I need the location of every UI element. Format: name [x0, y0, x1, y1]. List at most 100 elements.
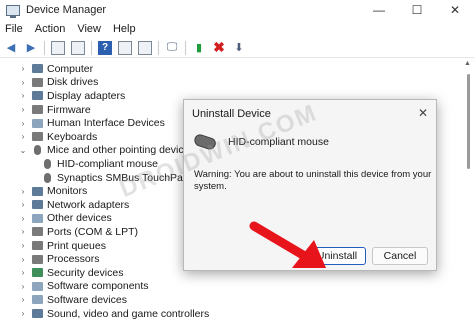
expand-arrow-icon[interactable]: › [18, 268, 28, 277]
expand-arrow-icon[interactable]: › [18, 78, 28, 87]
expand-arrow-icon[interactable]: › [18, 91, 28, 100]
display-adapter-icon [32, 91, 43, 101]
firmware-icon [32, 105, 43, 115]
update-driver-icon[interactable]: ⬇ [232, 41, 246, 55]
device-manager-icon [6, 4, 20, 18]
toolbar: ◀ ▶ ? 🖵 ▮ ✖ ⬇ [0, 38, 474, 58]
expand-arrow-icon[interactable]: › [18, 214, 28, 223]
tree-item-computer[interactable]: › Computer [18, 62, 93, 76]
tree-item-sound-video-game[interactable]: › Sound, video and game controllers [18, 307, 210, 321]
tree-item-monitors[interactable]: › Monitors [18, 184, 88, 198]
tree-item-mice[interactable]: ⌄ Mice and other pointing devices [18, 144, 195, 158]
expand-arrow-icon[interactable]: › [18, 187, 28, 196]
toolbar-separator [185, 40, 186, 55]
close-button[interactable]: ✕ [436, 0, 474, 20]
processor-icon [32, 254, 43, 264]
computer-icon [32, 64, 43, 74]
tree-item-label: Processors [47, 253, 100, 266]
show-hidden-icon[interactable] [118, 40, 132, 55]
network-adapter-icon [32, 200, 43, 210]
tree-item-hid-compliant-mouse[interactable]: HID-compliant mouse [38, 157, 158, 171]
tree-item-display-adapters[interactable]: › Display adapters [18, 89, 126, 103]
tree-item-other-devices[interactable]: › Other devices [18, 212, 112, 226]
other-device-icon [32, 213, 43, 223]
dialog-close-button[interactable]: ✕ [418, 106, 428, 120]
scroll-up-icon[interactable]: ▲ [464, 60, 471, 67]
tree-item-print-queues[interactable]: › Print queues [18, 239, 106, 253]
uninstall-device-dialog: Uninstall Device ✕ HID-compliant mouse W… [183, 99, 437, 271]
forward-arrow-icon[interactable]: ▶ [24, 41, 38, 55]
tree-item-label: Disk drives [47, 76, 99, 89]
expand-arrow-icon[interactable]: › [18, 200, 28, 209]
monitor-icon[interactable]: 🖵 [165, 41, 179, 55]
tree-scrollbar[interactable]: ▲ [464, 60, 472, 330]
cancel-button[interactable]: Cancel [372, 247, 428, 265]
tree-item-software-components[interactable]: › Software components [18, 280, 149, 294]
tree-item-label: Synaptics SMBus TouchPad [57, 171, 189, 184]
tree-item-human-interface-devices[interactable]: › Human Interface Devices [18, 116, 165, 130]
expand-arrow-icon[interactable]: › [18, 64, 28, 73]
toolbar-separator [158, 40, 159, 55]
tree-item-label: HID-compliant mouse [57, 157, 158, 170]
expand-arrow-icon[interactable]: › [18, 255, 28, 264]
menu-file[interactable]: File [5, 23, 23, 35]
tree-item-label: Print queues [47, 239, 106, 252]
software-device-icon [32, 295, 43, 305]
tree-item-synaptics-touchpad[interactable]: Synaptics SMBus TouchPad [38, 171, 189, 185]
expand-arrow-icon[interactable]: › [18, 227, 28, 236]
uninstall-button[interactable]: Uninstall [308, 247, 366, 265]
scrollbar-thumb[interactable] [467, 74, 470, 169]
tree-item-label: Mice and other pointing devices [47, 144, 195, 157]
menu-action[interactable]: Action [35, 23, 66, 35]
disk-drive-icon [32, 77, 43, 87]
hid-icon [32, 118, 43, 128]
collapse-arrow-icon[interactable]: ⌄ [18, 146, 28, 155]
tree-item-ports[interactable]: › Ports (COM & LPT) [18, 225, 138, 239]
expand-arrow-icon[interactable]: › [18, 282, 28, 291]
warning-text: Warning: You are about to uninstall this… [194, 169, 432, 192]
view-grid-icon[interactable] [71, 40, 85, 55]
back-arrow-icon[interactable]: ◀ [4, 41, 18, 55]
expand-arrow-icon[interactable]: › [18, 309, 28, 318]
add-driver-icon[interactable]: ▮ [192, 41, 206, 55]
menu-view[interactable]: View [77, 23, 101, 35]
port-icon [32, 227, 43, 237]
tree-item-label: Software components [47, 280, 149, 293]
mouse-icon [34, 145, 41, 156]
tree-item-disk-drives[interactable]: › Disk drives [18, 76, 99, 90]
tree-item-network-adapters[interactable]: › Network adapters [18, 198, 130, 212]
mouse-icon [44, 172, 51, 183]
toolbar-separator [91, 40, 92, 55]
tree-item-label: Other devices [47, 212, 112, 225]
maximize-button[interactable]: ☐ [398, 0, 436, 20]
grid-icon[interactable] [138, 40, 152, 55]
help-icon[interactable]: ? [98, 40, 112, 55]
expand-arrow-icon[interactable]: › [18, 132, 28, 141]
printer-icon [32, 241, 43, 251]
properties-grid-icon[interactable] [51, 40, 65, 55]
tree-item-label: Firmware [47, 103, 91, 116]
uninstall-icon[interactable]: ✖ [212, 39, 226, 55]
tree-item-firmware[interactable]: › Firmware [18, 103, 91, 117]
tree-item-label: Network adapters [47, 198, 130, 211]
tree-item-label: Sound, video and game controllers [47, 307, 210, 320]
tree-item-software-devices[interactable]: › Software devices [18, 293, 127, 307]
expand-arrow-icon[interactable]: › [18, 105, 28, 114]
tree-item-label: Display adapters [47, 89, 126, 102]
software-component-icon [32, 281, 43, 291]
menu-bar: File Action View Help [0, 20, 474, 38]
tree-item-keyboards[interactable]: › Keyboards [18, 130, 98, 144]
minimize-button[interactable]: — [360, 0, 398, 20]
expand-arrow-icon[interactable]: › [18, 241, 28, 250]
tree-item-label: Computer [47, 62, 94, 75]
expand-arrow-icon[interactable]: › [18, 119, 28, 128]
tree-item-label: Monitors [47, 185, 88, 198]
toolbar-separator [44, 40, 45, 55]
tree-item-security-devices[interactable]: › Security devices [18, 266, 124, 280]
tree-item-label: Keyboards [47, 130, 98, 143]
keyboard-icon [32, 132, 43, 142]
tree-item-processors[interactable]: › Processors [18, 252, 100, 266]
menu-help[interactable]: Help [113, 23, 136, 35]
expand-arrow-icon[interactable]: › [18, 295, 28, 304]
mouse-icon [44, 158, 51, 169]
